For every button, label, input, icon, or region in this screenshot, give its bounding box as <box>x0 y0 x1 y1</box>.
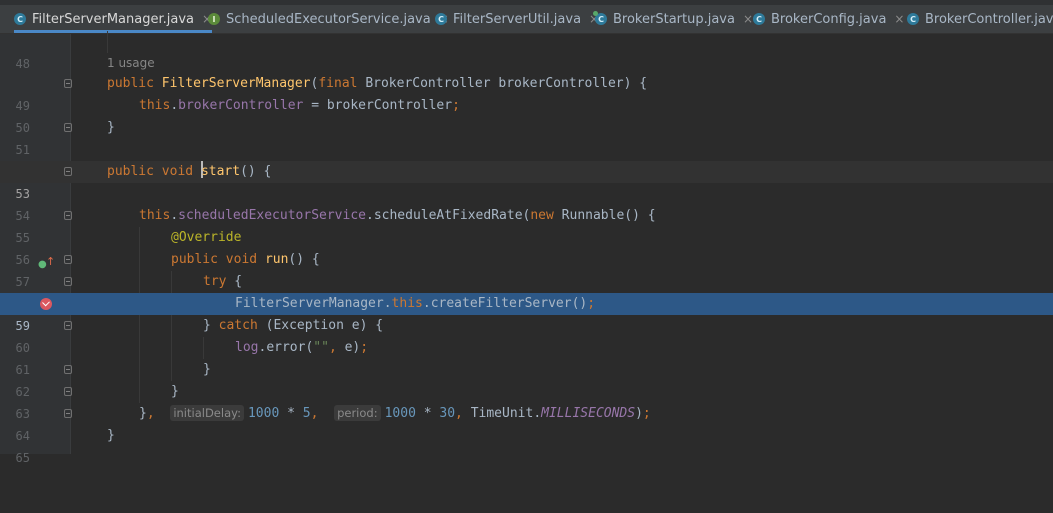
code-line-61[interactable]: 61 log.error("", e); <box>0 337 1053 377</box>
code-line-56[interactable]: 56 @Override <box>0 227 1053 267</box>
tab-label: FilterServerManager.java <box>32 11 194 27</box>
indent-guide <box>139 381 140 403</box>
code-text: log.error("", e); <box>235 340 369 355</box>
line-number: 65 <box>15 451 30 465</box>
indent-guide <box>139 337 140 359</box>
class-icon: C <box>435 13 447 25</box>
code-line-59[interactable]: 59 FilterServerManager.this.createFilter… <box>0 293 1053 333</box>
code-text: } catch (Exception e) { <box>203 318 384 333</box>
code-line-53[interactable]: 53 public void start() { <box>0 161 1053 201</box>
code-editor[interactable]: 48 1 usage 49 public FilterServerManager… <box>0 31 1053 465</box>
fold-icon[interactable] <box>64 409 72 418</box>
breakpoint-icon[interactable] <box>40 298 52 310</box>
code-text: this.scheduledExecutorService.scheduleAt… <box>139 208 656 223</box>
code-line-51[interactable]: 51 } <box>0 117 1053 157</box>
tab-label: BrokerConfig.java <box>771 11 887 27</box>
fold-icon[interactable] <box>64 211 72 220</box>
code-line-65[interactable]: 65 } <box>0 425 1053 465</box>
indent-guide <box>107 31 108 53</box>
code-text: } <box>171 384 179 399</box>
usage-hint[interactable]: 1 usage <box>107 52 155 74</box>
indent-guide <box>139 249 140 271</box>
code-line-55[interactable]: 55 this.scheduledExecutorService.schedul… <box>0 205 1053 245</box>
indent-guide <box>171 271 172 293</box>
code-line-54[interactable]: 54 <box>0 183 1053 223</box>
fold-icon[interactable] <box>64 321 72 330</box>
editor-tab-bar: C FilterServerManager.java × I Scheduled… <box>0 0 1053 34</box>
fold-icon[interactable] <box>64 387 72 396</box>
tab-filterserverutil[interactable]: C FilterServerUtil.java × <box>435 5 599 33</box>
code-text: public void start() { <box>107 161 271 183</box>
tab-scheduledexecutorservice[interactable]: I ScheduledExecutorService.java × <box>208 5 449 33</box>
code-line-63[interactable]: 63 } <box>0 381 1053 421</box>
indent-guide <box>139 271 140 293</box>
code-text: this.brokerController = brokerController… <box>139 98 460 113</box>
code-text: try { <box>203 274 243 289</box>
tab-filterservermanager[interactable]: C FilterServerManager.java × <box>14 5 213 33</box>
code-text: } <box>107 120 115 135</box>
tab-brokerconfig[interactable]: C BrokerConfig.java × <box>753 5 904 33</box>
override-arrow-icon[interactable]: ↑ <box>46 251 55 273</box>
code-line-57[interactable]: 57 ● ↑ public void run() { <box>0 249 1053 289</box>
code-text: public void run() { <box>171 252 320 267</box>
class-icon: C <box>907 13 919 25</box>
close-icon[interactable]: × <box>894 12 904 26</box>
fold-icon[interactable] <box>64 277 72 286</box>
parameter-hint: period: <box>334 405 381 421</box>
indent-guide <box>203 337 204 359</box>
tab-brokercontroller[interactable]: C BrokerController.java <box>907 5 1053 33</box>
indent-guide <box>171 337 172 359</box>
code-text: public FilterServerManager(final BrokerC… <box>107 76 648 91</box>
fold-icon[interactable] <box>64 255 72 264</box>
code-text: }, initialDelay: 1000 * 5, period: 1000 * … <box>139 405 651 421</box>
code-text: @Override <box>171 230 242 245</box>
usage-hint-row: 1 usage <box>0 52 1053 74</box>
code-line-52[interactable]: 52 <box>0 139 1053 179</box>
indent-guide <box>139 359 140 381</box>
interface-icon: I <box>208 13 220 25</box>
fold-icon[interactable] <box>64 167 72 176</box>
fold-icon[interactable] <box>64 123 72 132</box>
tab-label: FilterServerUtil.java <box>453 11 582 27</box>
code-line-50[interactable]: 50 this.brokerController = brokerControl… <box>0 95 1053 135</box>
class-icon: C <box>14 13 26 25</box>
code-line-48[interactable]: 48 <box>0 31 1053 71</box>
class-icon: C <box>753 13 765 25</box>
indent-guide <box>171 315 172 337</box>
code-line-60[interactable]: 60 } catch (Exception e) { <box>0 315 1053 355</box>
code-text: } <box>107 428 115 443</box>
indent-guide <box>139 315 140 337</box>
code-text: FilterServerManager.this.createFilterSer… <box>235 296 596 311</box>
fold-icon[interactable] <box>64 365 72 374</box>
code-line-64[interactable]: 64 }, initialDelay: 1000 * 5, period: 1000… <box>0 403 1053 443</box>
tab-brokerstartup[interactable]: C BrokerStartup.java × <box>593 5 753 33</box>
parameter-hint: initialDelay: <box>170 405 244 421</box>
code-line-62[interactable]: 62 } <box>0 359 1053 399</box>
code-line-58[interactable]: 58 try { <box>0 271 1053 311</box>
indent-guide <box>171 359 172 381</box>
fold-icon[interactable] <box>64 79 72 88</box>
tab-label: BrokerController.java <box>925 11 1053 27</box>
code-text: } <box>203 362 211 377</box>
indent-guide <box>139 227 140 249</box>
tab-label: ScheduledExecutorService.java <box>226 11 431 27</box>
class-runnable-icon: C <box>593 11 607 25</box>
close-icon[interactable]: × <box>743 12 753 26</box>
code-line-49[interactable]: 49 public FilterServerManager(final Brok… <box>0 73 1053 113</box>
tab-label: BrokerStartup.java <box>613 11 735 27</box>
